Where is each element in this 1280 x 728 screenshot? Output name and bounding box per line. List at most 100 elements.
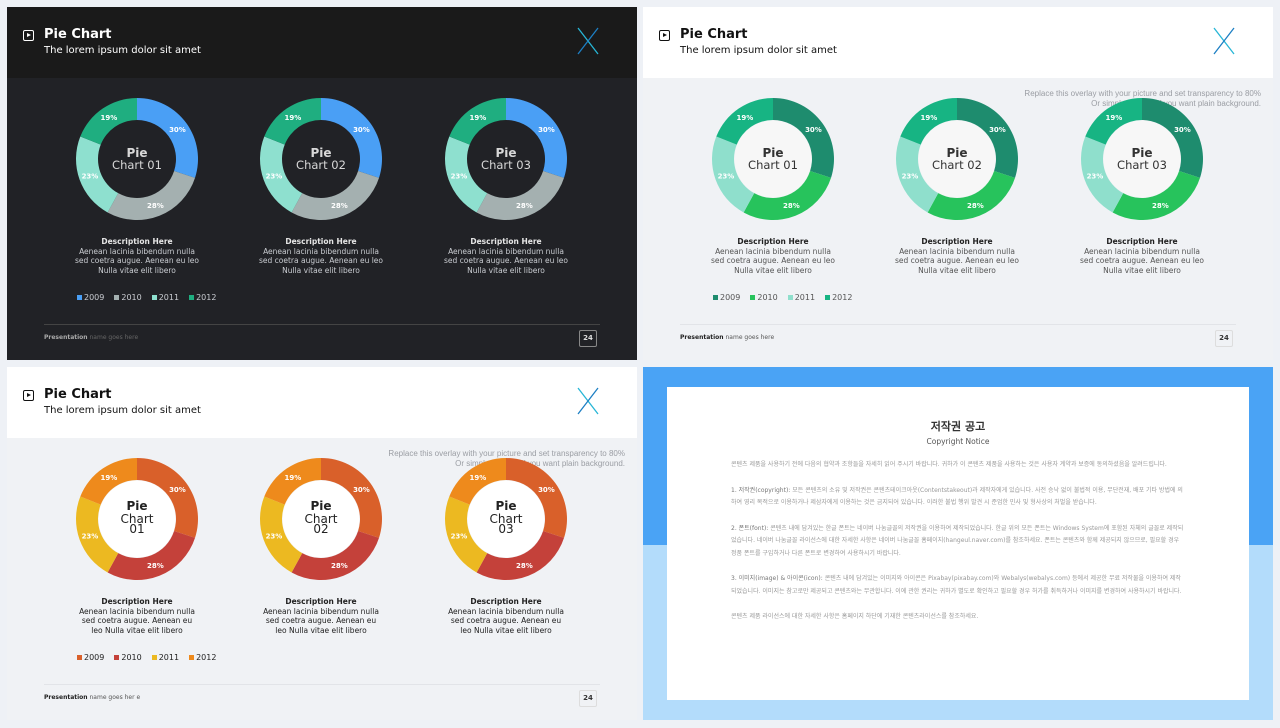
legend-item-2011: 2011 — [787, 293, 816, 302]
center-subtitle: Chart 02 — [932, 158, 982, 172]
description-line: Aenean lacinia bibendum nulla — [79, 606, 195, 616]
footer-text: Presentation name goes here — [680, 334, 774, 341]
slide-title: Pie Chart — [44, 27, 112, 42]
footer-divider — [44, 324, 600, 325]
footer-bold: Presentation — [44, 334, 88, 341]
donut-chart-1: 30%28%23%19%PieChart 01 — [712, 98, 834, 220]
notice-subtitle: Copyright Notice — [926, 437, 990, 446]
slice-label: 23% — [266, 172, 283, 180]
donut-chart-3: 30%28%23%19%PieChart 03 — [445, 458, 567, 580]
play-icon — [659, 30, 670, 41]
slice-label: 28% — [331, 562, 348, 570]
footer-name: name goes here — [89, 334, 139, 341]
slice-label: 19% — [470, 474, 487, 482]
slice-label: 28% — [516, 562, 533, 570]
description-line: leo Nulla vitae elit libero — [460, 625, 552, 635]
chart-description: Description Here Aenean lacinia bibendum … — [251, 237, 391, 275]
notice-card: 저작권 공고 Copyright Notice 콘텐츠 제품을 사용하기 전에 다음… — [667, 387, 1249, 700]
legend-swatch — [750, 295, 756, 300]
donut-chart-2: 30%28%23%19%PieChart 02 — [896, 98, 1018, 220]
chart-description: Description Here Aenean lacinia bibendum … — [436, 597, 576, 635]
legend-item-2012: 2012 — [189, 293, 216, 302]
footer-bold: Presentation — [44, 694, 88, 701]
slice-label: 23% — [451, 532, 468, 540]
slice-label: 28% — [147, 562, 164, 570]
description-line: leo Nulla vitae elit libero — [275, 625, 367, 635]
description-title: Description Here — [737, 237, 809, 246]
description-line: sed coetra augue. Aenean eu leo — [444, 256, 568, 265]
description-line: Aenean lacinia bibendum nulla — [79, 246, 195, 256]
slice-label: 30% — [805, 126, 822, 134]
description-line: Aenean lacinia bibendum nulla — [263, 246, 379, 256]
legend-label: 2010 — [757, 293, 778, 302]
legend-swatch — [825, 295, 831, 300]
slice-label: 19% — [101, 474, 118, 482]
legend-swatch — [189, 295, 195, 300]
slice-label: 28% — [516, 202, 533, 210]
legend-swatch — [189, 655, 195, 660]
description-title: Description Here — [470, 237, 542, 246]
slide-subtitle: The lorem ipsum dolor sit amet — [44, 405, 201, 416]
description-line: Aenean lacinia bibendum nulla — [899, 246, 1015, 256]
description-line: Aenean lacinia bibendum nulla — [263, 606, 379, 616]
slide-subtitle: The lorem ipsum dolor sit amet — [44, 45, 201, 56]
center-subtitle: Chart 02 — [296, 158, 346, 172]
slide-orange[interactable]: Pie Chart The lorem ipsum dolor sit amet R… — [7, 367, 637, 720]
x-logo-icon — [577, 27, 599, 55]
chart-description: Description Here Aenean lacinia bibendum … — [887, 237, 1027, 275]
notice-item: 1. 저작권(copyright): 모든 콘텐츠의 소유 및 저작권은 콘텐츠… — [731, 485, 1185, 510]
page-number: 24 — [579, 690, 597, 707]
notice-item-head: 1. 저작권(copyright): — [731, 486, 791, 494]
footer-text: Presentation name goes her e — [44, 694, 140, 701]
donut-chart-3: 30%28%23%19%PieChart 03 — [1081, 98, 1203, 220]
description-line: sed coetra augue. Aenean eu leo — [259, 256, 383, 265]
legend-label: 2011 — [158, 293, 180, 302]
center-title: Pie — [126, 499, 147, 513]
notice-item-head: 2. 폰트(font): — [731, 524, 769, 532]
slice-label: 28% — [783, 202, 800, 210]
description-line: sed coetra augue. Aenean eu leo — [75, 256, 199, 265]
footer-divider — [680, 324, 1236, 325]
legend-label: 2012 — [196, 653, 217, 662]
description-line: sed coetra augue. Aenean eu — [265, 616, 377, 625]
donut-chart-1: 30%28%23%19%PieChart 01 — [76, 98, 198, 220]
donut-chart-3: 30%28%23%19%PieChart 03 — [445, 98, 567, 220]
slice-label: 30% — [538, 126, 555, 134]
description-title: Description Here — [921, 237, 993, 246]
description-title: Description Here — [285, 597, 357, 606]
legend-item-2010: 2010 — [750, 293, 778, 302]
slice-label: 19% — [921, 114, 938, 122]
chart-legend: 2009 2010 2011 2012 — [77, 653, 216, 662]
legend-item-2009: 2009 — [77, 293, 104, 302]
donut-chart-2: 30%28%23%19%PieChart 02 — [260, 458, 382, 580]
slide-dark[interactable]: Pie Chart The lorem ipsum dolor sit amet 3… — [7, 7, 637, 360]
legend-label: 2009 — [720, 293, 741, 302]
legend-label: 2010 — [121, 653, 142, 662]
slice-label: 23% — [82, 532, 99, 540]
page-number: 24 — [579, 330, 597, 347]
legend-swatch — [114, 655, 120, 660]
slice-label: 19% — [1106, 114, 1123, 122]
slice-label: 23% — [902, 172, 919, 180]
legend-label: 2011 — [794, 293, 816, 302]
legend-item-2009: 2009 — [77, 653, 104, 662]
description-line: Aenean lacinia bibendum nulla — [448, 606, 564, 616]
slice-label: 23% — [451, 172, 468, 180]
play-icon — [23, 30, 34, 41]
center-title: Pie — [310, 499, 331, 513]
description-line: Nulla vitae elit libero — [734, 265, 812, 275]
description-line: Nulla vitae elit libero — [467, 265, 545, 275]
slice-label: 23% — [266, 532, 283, 540]
notice-item-body: 콘텐츠 내에 담겨있는 한글 폰트는 네이버 나눔글꼴의 저작권을 이용하여 제… — [731, 524, 1184, 557]
slice-label: 19% — [470, 114, 487, 122]
notice-item-head: 3. 이미지(image) & 아이콘(icon): — [731, 575, 823, 582]
description-line: Aenean lacinia bibendum nulla — [448, 246, 564, 256]
chart-description: Description Here Aenean lacinia bibendum … — [67, 597, 207, 635]
description-line: Aenean lacinia bibendum nulla — [715, 246, 831, 256]
description-title: Description Here — [101, 237, 173, 246]
copyright-notice-slide[interactable]: 저작권 공고 Copyright Notice 콘텐츠 제품을 사용하기 전에 다음… — [643, 367, 1273, 720]
slide-green[interactable]: Pie Chart The lorem ipsum dolor sit amet R… — [643, 7, 1273, 360]
slice-label: 23% — [82, 172, 99, 180]
chart-description: Description Here Aenean lacinia bibendum … — [251, 597, 391, 635]
legend-item-2011: 2011 — [151, 293, 180, 302]
